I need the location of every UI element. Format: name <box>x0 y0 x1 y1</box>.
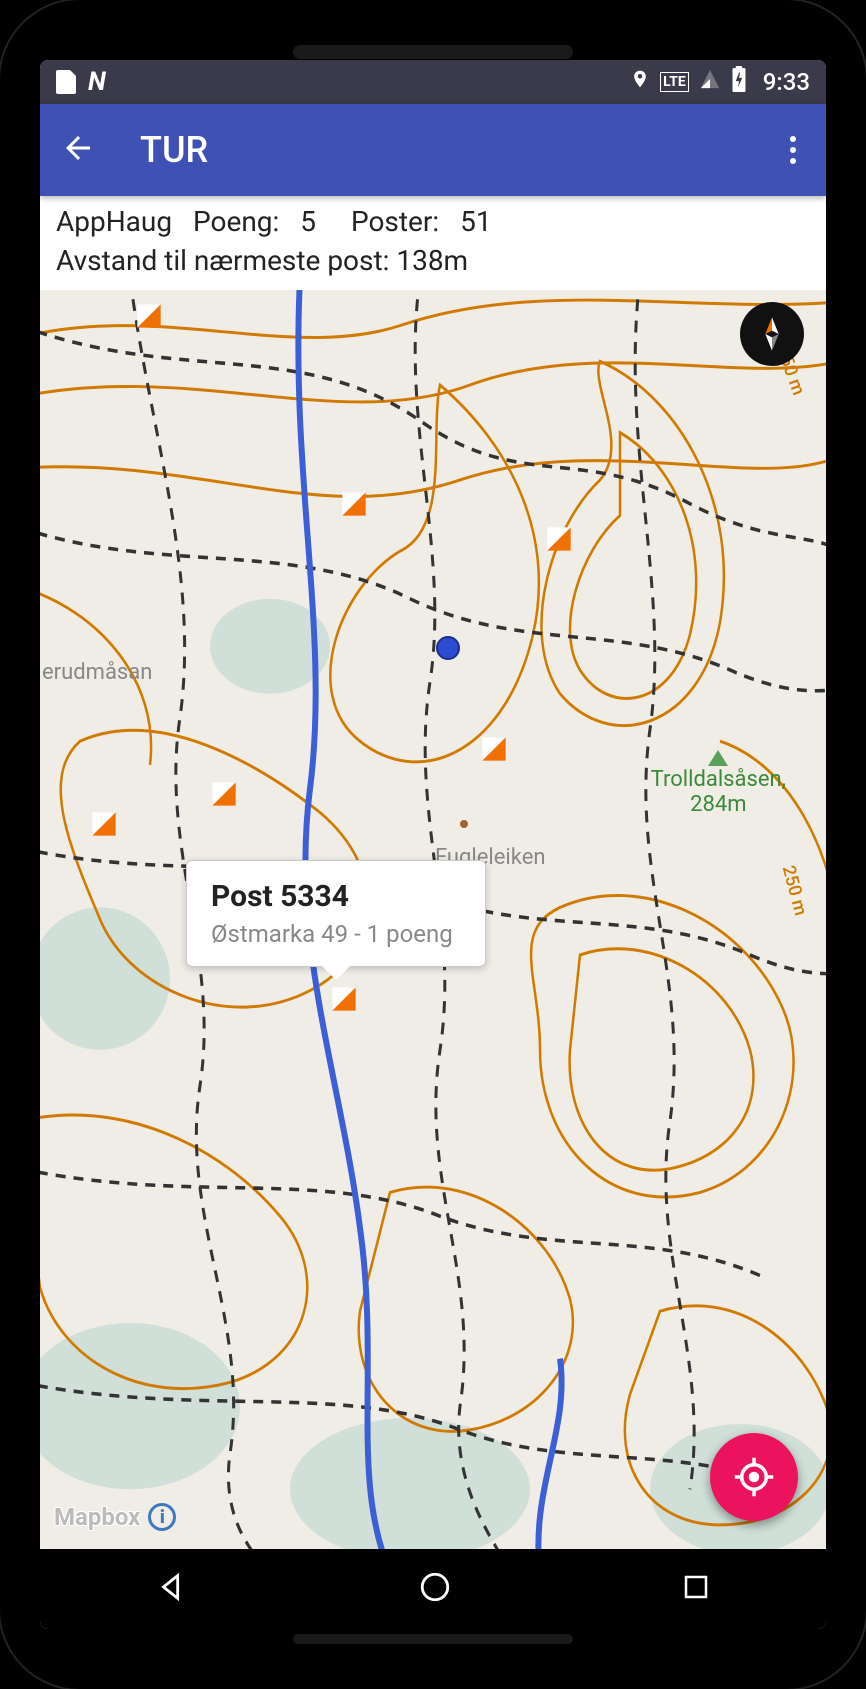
nav-home-button[interactable] <box>418 1570 452 1608</box>
overflow-menu-button[interactable] <box>780 126 806 174</box>
compass-button[interactable] <box>740 302 804 366</box>
username-label: AppHaug <box>56 205 172 238</box>
map-peak-label: Trolldalsåsen, 284m <box>651 750 786 816</box>
post-marker-icon[interactable] <box>135 302 163 330</box>
phone-frame: N LTE 9:33 TUR <box>0 0 866 1689</box>
points-label: Poeng: 5 <box>193 205 337 238</box>
map-view[interactable]: erudmåsan Fugleleiken Karis Trolldalsåse… <box>40 290 826 1549</box>
post-marker-icon[interactable] <box>340 490 368 518</box>
post-marker-icon[interactable] <box>330 985 358 1013</box>
peak-icon <box>708 750 728 766</box>
distance-label: Avstand til nærmeste post: 138m <box>56 241 810 280</box>
android-n-icon: N <box>88 67 106 97</box>
post-popup[interactable]: Post 5334 Østmarka 49 - 1 poeng <box>186 860 486 967</box>
info-panel: AppHaug Poeng: 5 Poster: 51 Avstand til … <box>40 196 826 290</box>
network-lte-icon: LTE <box>660 72 689 92</box>
post-marker-icon[interactable] <box>480 735 508 763</box>
locate-me-fab[interactable] <box>710 1433 798 1521</box>
posts-label: Poster: 51 <box>351 205 506 238</box>
sd-card-icon <box>56 70 76 94</box>
nav-recents-button[interactable] <box>681 1572 711 1606</box>
map-place-label: erudmåsan <box>42 660 152 685</box>
mapbox-logo: Mapbox <box>54 1503 140 1531</box>
info-icon[interactable]: i <box>148 1503 176 1531</box>
battery-charging-icon <box>731 66 747 98</box>
signal-icon <box>699 68 721 96</box>
app-toolbar: TUR <box>40 104 826 196</box>
post-marker-icon[interactable] <box>210 780 238 808</box>
status-clock: 9:33 <box>763 68 810 96</box>
location-icon <box>630 67 650 97</box>
back-button[interactable] <box>60 130 100 170</box>
phone-bottom-speaker <box>293 1634 573 1644</box>
system-nav-bar <box>40 1549 826 1629</box>
post-marker-icon[interactable] <box>90 810 118 838</box>
phone-speaker <box>293 45 573 59</box>
page-title: TUR <box>140 129 208 171</box>
status-bar: N LTE 9:33 <box>40 60 826 104</box>
screen: N LTE 9:33 TUR <box>40 60 826 1629</box>
popup-subtitle: Østmarka 49 - 1 poeng <box>211 920 461 948</box>
map-attribution: Mapbox i <box>54 1503 176 1531</box>
nav-back-button[interactable] <box>155 1570 189 1608</box>
popup-title: Post 5334 <box>211 879 461 914</box>
post-marker-icon[interactable] <box>545 525 573 553</box>
